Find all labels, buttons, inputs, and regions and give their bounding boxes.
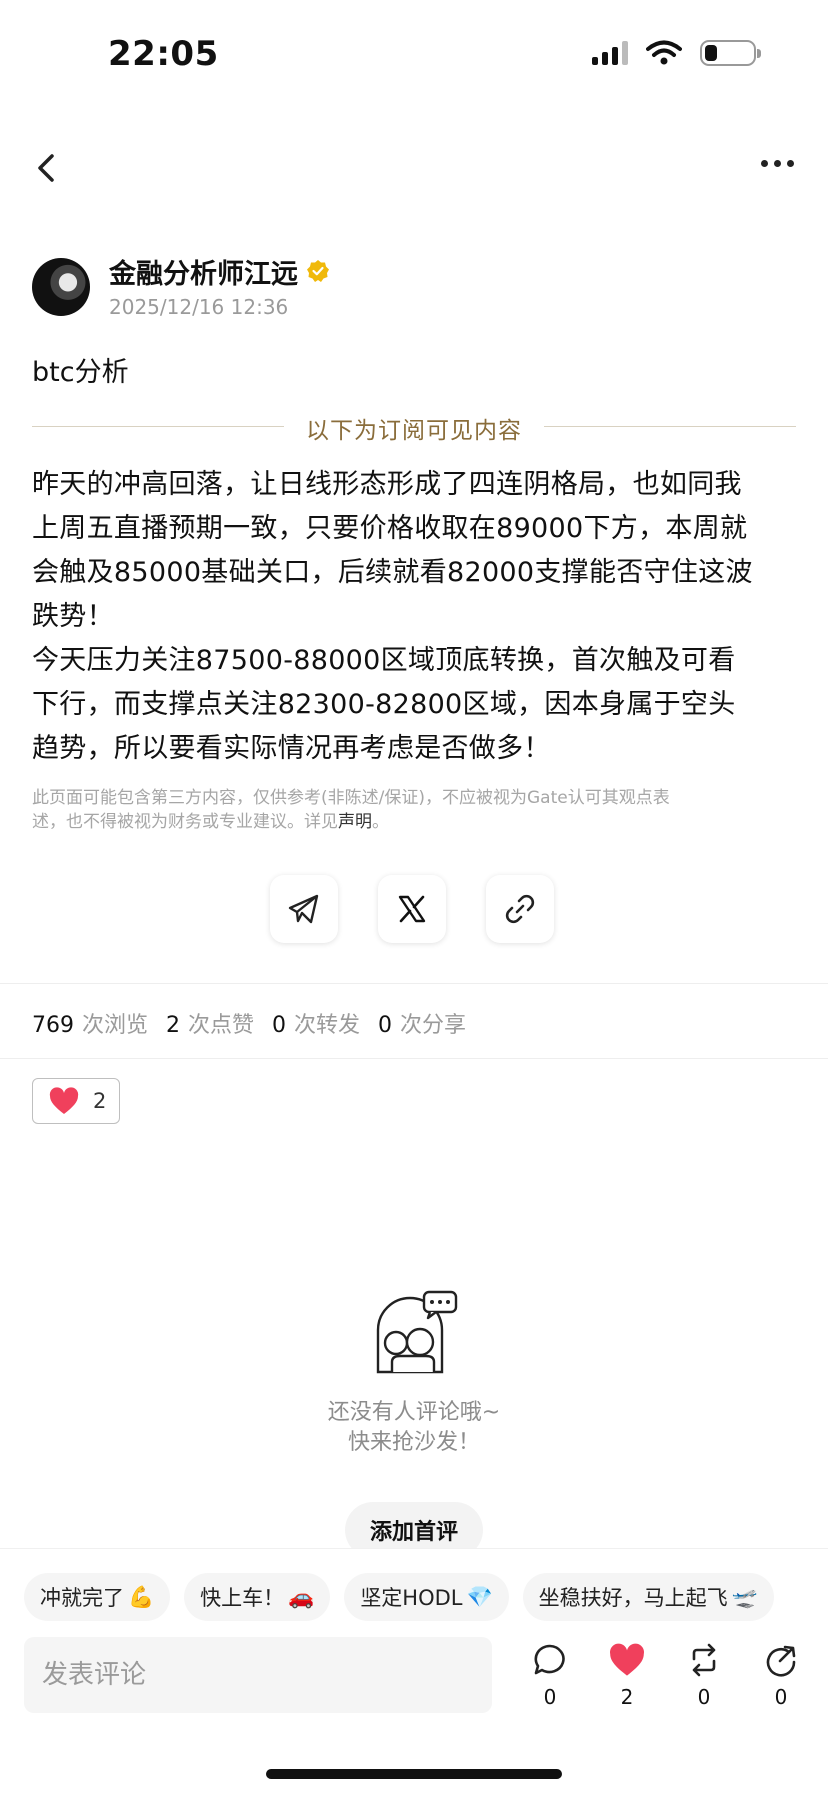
chip-emoji: 🚗 (288, 1584, 315, 1609)
body-line: 昨天的冲高回落，让日线形态形成了四连阴格局，也如同我 (32, 469, 742, 500)
post-detail-page: 22:05 金融分析师江远 2025/12/16 12:36 btc分析 以下为… (0, 0, 828, 1795)
more-options-icon[interactable] (761, 160, 794, 167)
like-action[interactable]: 2 (597, 1643, 657, 1709)
no-comments-line-2: 快来抢沙发！ (347, 1430, 480, 1455)
section-separator (0, 983, 828, 984)
repost-count: 0 (697, 1685, 711, 1709)
section-separator (0, 1058, 828, 1059)
no-comments-illustration (376, 1290, 458, 1374)
home-indicator (266, 1769, 562, 1779)
author-avatar[interactable] (32, 258, 90, 316)
quick-reply-chip[interactable]: 冲就完了 💪 (24, 1573, 171, 1621)
third-party-disclaimer: 此页面可能包含第三方内容，仅供参考(非陈述/保证)，不应被视为Gate认可其观点… (32, 786, 792, 834)
quick-reply-chip[interactable]: 坚定HODL 💎 (344, 1573, 509, 1621)
reposts-count: 0 (272, 1013, 287, 1038)
share-count: 0 (774, 1685, 788, 1709)
comment-input[interactable] (24, 1637, 492, 1713)
subscriber-content-divider: 以下为订阅可见内容 (306, 418, 522, 444)
post-title: btc分析 (32, 357, 129, 388)
telegram-icon (288, 894, 319, 924)
chip-emoji: 🛫 (731, 1584, 758, 1609)
copy-link-button[interactable] (486, 875, 554, 943)
disclaimer-line: 此页面可能包含第三方内容，仅供参考(非陈述/保证)，不应被视为Gate认可其观点… (32, 788, 670, 808)
body-line: 今天压力关注87500-88000区域顶底转换，首次触及可看 (32, 645, 736, 676)
shares-label: 次分享 (400, 1013, 467, 1038)
reaction-count: 2 (93, 1089, 107, 1113)
disclaimer-statement-link[interactable]: 声明 (338, 812, 372, 832)
likes-label: 次点赞 (188, 1013, 255, 1038)
x-icon (398, 895, 426, 923)
wifi-icon (646, 40, 682, 65)
no-comments-message: 还没有人评论哦~ 快来抢沙发！ (0, 1398, 828, 1458)
reaction-like-pill[interactable]: 2 (32, 1078, 120, 1124)
chip-text: 坚定HODL (360, 1586, 463, 1610)
post-timestamp: 2025/12/16 12:36 (109, 295, 289, 319)
comment-count: 0 (543, 1685, 557, 1709)
shares-count: 0 (378, 1013, 393, 1038)
chip-text: 坐稳扶好，马上起飞 (538, 1586, 728, 1610)
link-icon (505, 894, 535, 924)
status-time: 22:05 (108, 34, 219, 74)
body-line: 趋势，所以要看实际情况再考虑是否做多！ (32, 733, 551, 764)
body-line: 上周五直播预期一致，只要价格收取在89000下方，本周就 (32, 513, 748, 544)
repost-action[interactable]: 0 (674, 1643, 734, 1709)
body-line: 跌势！ (32, 601, 114, 632)
status-icons (592, 40, 761, 66)
author-name[interactable]: 金融分析师江远 (109, 252, 298, 291)
share-row (270, 875, 554, 943)
disclaimer-text: 述，也不得被视为财务或专业建议。详见 (32, 812, 338, 832)
post-stats: 769 次浏览 2 次点赞 0 次转发 0 次分享 (32, 1007, 484, 1039)
quick-reply-chips: 冲就完了 💪 快上车！ 🚗 坚定HODL 💎 坐稳扶好，马上起飞 🛫 (24, 1573, 774, 1621)
verified-badge-icon (307, 260, 329, 282)
no-comments-line-1: 还没有人评论哦~ (327, 1400, 501, 1425)
chip-text: 快上车！ (200, 1586, 285, 1610)
heart-icon (610, 1643, 644, 1676)
comment-action[interactable]: 0 (520, 1643, 580, 1709)
body-line: 会触及85000基础关口，后续就看82000支撑能否守住这波 (32, 557, 753, 588)
repost-icon (692, 1643, 716, 1677)
share-icon (766, 1645, 796, 1677)
heart-icon (49, 1087, 79, 1114)
like-count: 2 (620, 1685, 634, 1709)
quick-reply-chip[interactable]: 快上车！ 🚗 (184, 1573, 331, 1621)
share-action[interactable]: 0 (751, 1643, 811, 1709)
share-telegram-button[interactable] (270, 875, 338, 943)
chip-text: 冲就完了 (40, 1586, 124, 1610)
quick-reply-chip[interactable]: 坐稳扶好，马上起飞 🛫 (522, 1573, 774, 1621)
chip-emoji: 💎 (466, 1584, 493, 1609)
views-count: 769 (32, 1013, 74, 1038)
battery-icon (700, 40, 761, 66)
back-arrow-icon[interactable] (30, 148, 64, 188)
likes-count: 2 (166, 1013, 181, 1038)
disclaimer-line-2: 述，也不得被视为财务或专业建议。详见声明。 (32, 810, 792, 834)
chip-emoji: 💪 (128, 1584, 155, 1609)
views-label: 次浏览 (82, 1013, 149, 1038)
reposts-label: 次转发 (294, 1013, 361, 1038)
comment-bubble-icon (534, 1644, 565, 1675)
share-x-button[interactable] (378, 875, 446, 943)
disclaimer-end: 。 (372, 812, 389, 832)
post-body: 昨天的冲高回落，让日线形态形成了四连阴格局，也如同我 上周五直播预期一致，只要价… (32, 463, 798, 771)
cellular-signal-icon (592, 41, 628, 65)
body-line: 下行，而支撑点关注82300-82800区域，因本身属于空头 (32, 689, 736, 720)
